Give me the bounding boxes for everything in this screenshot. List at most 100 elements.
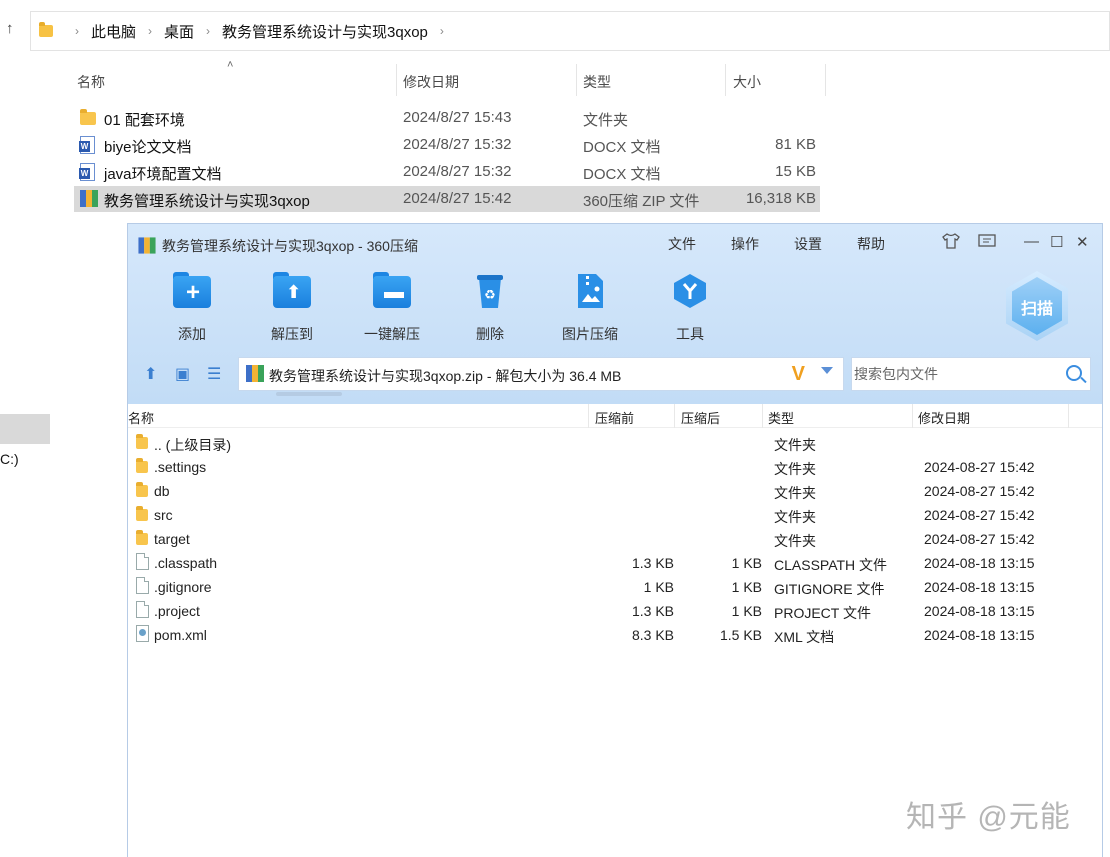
close-icon[interactable]: ✕	[1076, 233, 1089, 251]
archive-row[interactable]: target 文件夹 2024-08-27 15:42	[128, 527, 1102, 551]
file-row-selected[interactable]: 教务管理系统设计与实现3qxop 2024/8/27 15:42 360压缩 Z…	[74, 186, 820, 212]
entry-type: 文件夹	[774, 485, 816, 501]
archive-row[interactable]: pom.xml 8.3 KB 1.5 KB XML 文档 2024-08-18 …	[128, 623, 1102, 647]
entry-name: src	[154, 507, 173, 523]
chevron-right-icon[interactable]: ›	[440, 24, 444, 38]
entry-after: 1 KB	[731, 603, 762, 619]
toolbar-label: 解压到	[271, 326, 313, 342]
tools-button[interactable]: 工具	[650, 272, 730, 344]
archive-row[interactable]: .gitignore 1 KB 1 KB GITIGNORE 文件 2024-0…	[128, 575, 1102, 599]
menu-help[interactable]: 帮助	[857, 234, 885, 254]
archive-row[interactable]: src 文件夹 2024-08-27 15:42	[128, 503, 1102, 527]
archive-path-bar[interactable]: 教务管理系统设计与实现3qxop.zip - 解包大小为 36.4 MB V	[238, 357, 844, 391]
archive-row[interactable]: db 文件夹 2024-08-27 15:42	[128, 479, 1102, 503]
entry-before: 1.3 KB	[631, 555, 674, 571]
nav-pane-selected-item[interactable]	[0, 414, 50, 444]
up-level-icon[interactable]: ⬆	[144, 364, 157, 384]
archive-row[interactable]: .classpath 1.3 KB 1 KB CLASSPATH 文件 2024…	[128, 551, 1102, 575]
chevron-right-icon[interactable]: ›	[75, 24, 79, 38]
thumbnail-view-icon[interactable]: ▣	[175, 364, 190, 384]
sort-ascending-icon: ˄	[227, 59, 234, 71]
column-divider[interactable]	[825, 64, 826, 96]
column-header-size[interactable]: 大小	[733, 72, 761, 92]
toolbar-label: 一键解压	[364, 326, 420, 342]
column-header-name[interactable]: 名称	[128, 408, 154, 427]
one-click-extract-button[interactable]: ▬ 一键解压	[352, 272, 432, 344]
folder-icon	[136, 434, 148, 449]
path-scrollbar[interactable]	[276, 392, 342, 396]
file-row[interactable]: java环境配置文档 2024/8/27 15:32 DOCX 文档 15 KB	[74, 159, 820, 185]
nav-pane-drive-label[interactable]: C:)	[0, 451, 19, 467]
delete-button[interactable]: ♻ 删除	[450, 272, 530, 344]
column-divider[interactable]	[725, 64, 726, 96]
archive-row[interactable]: .project 1.3 KB 1 KB PROJECT 文件 2024-08-…	[128, 599, 1102, 623]
column-divider[interactable]	[762, 404, 763, 428]
menu-file[interactable]: 文件	[668, 234, 696, 254]
menu-bar: 文件 操作 设置 帮助	[668, 234, 920, 254]
column-header-before[interactable]: 压缩前	[595, 408, 634, 427]
v-logo-icon[interactable]: V	[792, 363, 805, 386]
search-icon[interactable]	[1066, 365, 1082, 381]
minimize-icon[interactable]: —	[1024, 233, 1039, 250]
zip-window-header: 教务管理系统设计与实现3qxop - 360压缩 文件 操作 设置 帮助 — ☐…	[128, 224, 1102, 404]
file-row[interactable]: 01 配套环境 2024/8/27 15:43 文件夹	[74, 105, 820, 131]
archive-row[interactable]: .settings 文件夹 2024-08-27 15:42	[128, 455, 1102, 479]
file-type: DOCX 文档	[583, 139, 661, 156]
archive-row[interactable]: .. (上级目录) 文件夹	[128, 431, 1102, 455]
entry-type: 文件夹	[774, 533, 816, 549]
column-divider[interactable]	[396, 64, 397, 96]
list-view-icon[interactable]: ☰	[207, 364, 221, 384]
scan-button[interactable]: 扫描	[1006, 271, 1068, 341]
column-divider[interactable]	[576, 64, 577, 96]
skin-shirt-icon[interactable]	[942, 233, 960, 253]
entry-type: PROJECT 文件	[774, 605, 871, 621]
chevron-down-icon[interactable]	[821, 367, 833, 374]
entry-type: 文件夹	[774, 461, 816, 477]
entry-modified: 2024-08-18 13:15	[924, 555, 1035, 571]
delete-icon: ♻	[470, 272, 510, 310]
column-header-type[interactable]: 类型	[583, 72, 611, 92]
chevron-right-icon[interactable]: ›	[206, 24, 210, 38]
folder-icon	[136, 458, 148, 473]
column-divider[interactable]	[588, 404, 589, 428]
zip-window-title: 教务管理系统设计与实现3qxop - 360压缩	[138, 236, 418, 256]
file-date: 2024/8/27 15:32	[403, 163, 512, 180]
menu-settings[interactable]: 设置	[794, 234, 822, 254]
entry-modified: 2024-08-27 15:42	[924, 483, 1035, 499]
column-header-date[interactable]: 修改日期	[403, 72, 459, 92]
entry-type: 文件夹	[774, 437, 816, 453]
word-doc-icon	[79, 136, 95, 154]
column-divider[interactable]	[674, 404, 675, 428]
column-header-after[interactable]: 压缩后	[681, 408, 720, 427]
breadcrumb-desktop[interactable]: 桌面	[164, 21, 194, 42]
toolbar-label: 工具	[676, 326, 704, 342]
entry-name: .classpath	[154, 555, 218, 571]
column-header-name[interactable]: 名称	[77, 72, 105, 92]
entry-after: 1 KB	[731, 555, 762, 571]
search-input[interactable]	[852, 358, 1052, 390]
chevron-right-icon[interactable]: ›	[148, 24, 152, 38]
extract-to-button[interactable]: ⬆ 解压到	[252, 272, 332, 344]
address-bar[interactable]: › 此电脑 › 桌面 › 教务管理系统设计与实现3qxop ›	[30, 11, 1110, 51]
column-divider[interactable]	[912, 404, 913, 428]
file-type: DOCX 文档	[583, 166, 661, 183]
breadcrumb-this-pc[interactable]: 此电脑	[91, 21, 136, 42]
file-row[interactable]: biye论文文档 2024/8/27 15:32 DOCX 文档 81 KB	[74, 132, 820, 158]
entry-modified: 2024-08-18 13:15	[924, 627, 1035, 643]
up-arrow-icon[interactable]: ↑	[6, 20, 14, 37]
maximize-icon[interactable]: ☐	[1050, 233, 1063, 251]
watermark: 知乎 @元能	[906, 801, 1071, 834]
search-field[interactable]	[851, 357, 1091, 391]
toolbar-label: 图片压缩	[562, 326, 618, 342]
menu-operation[interactable]: 操作	[731, 234, 759, 254]
feedback-icon[interactable]	[978, 233, 996, 253]
column-divider[interactable]	[1068, 404, 1069, 428]
column-header-modified[interactable]: 修改日期	[918, 408, 970, 427]
image-compress-button[interactable]: 图片压缩	[550, 272, 630, 344]
breadcrumb-current-folder[interactable]: 教务管理系统设计与实现3qxop	[222, 21, 428, 42]
add-button[interactable]: + 添加	[152, 272, 232, 344]
zip-archive-icon	[80, 190, 98, 207]
column-header-type[interactable]: 类型	[768, 408, 794, 427]
file-name: 01 配套环境	[104, 112, 185, 129]
entry-name: target	[154, 531, 190, 547]
